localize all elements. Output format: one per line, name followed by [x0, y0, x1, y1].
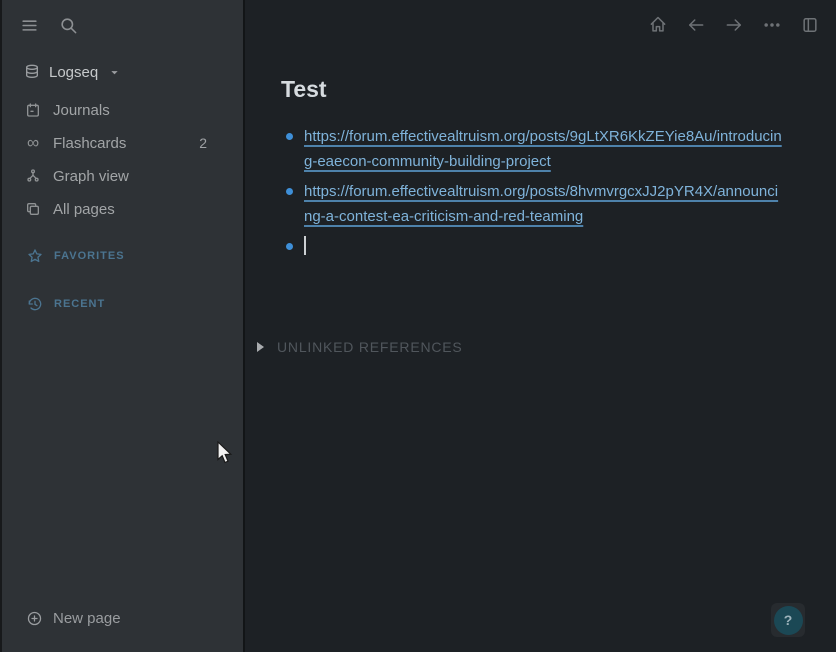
help-button[interactable]: ? [771, 603, 805, 637]
hamburger-menu-icon[interactable] [20, 16, 39, 35]
block-content[interactable]: https://forum.effectivealtruism.org/post… [304, 124, 786, 174]
plus-circle-icon [26, 610, 43, 627]
block-bullet[interactable] [286, 243, 293, 250]
help-button-label: ? [773, 605, 803, 635]
recent-label: RECENT [54, 298, 106, 310]
favorites-label: FAVORITES [54, 250, 125, 262]
block-row [286, 234, 796, 259]
external-link[interactable]: https://forum.effectivealtruism.org/post… [304, 183, 778, 225]
sidebar-item-label: Journals [53, 101, 110, 119]
external-link[interactable]: https://forum.effectivealtruism.org/post… [304, 128, 782, 170]
block-row: https://forum.effectivealtruism.org/post… [286, 124, 796, 174]
toggle-right-sidebar-icon[interactable] [800, 14, 820, 36]
database-icon [24, 64, 40, 80]
sidebar-header [20, 16, 78, 35]
collapse-arrow-icon [257, 342, 264, 352]
sidebar-item-all-pages[interactable]: All pages [25, 197, 243, 221]
calendar-icon [25, 102, 41, 118]
block-row: https://forum.effectivealtruism.org/post… [286, 179, 796, 229]
flashcards-count-badge: 2 [199, 135, 207, 151]
text-caret [304, 236, 306, 256]
history-icon [27, 296, 43, 312]
graph-icon [25, 168, 41, 184]
arrow-right-icon[interactable] [724, 14, 744, 36]
top-toolbar [648, 14, 820, 36]
sidebar-item-flashcards[interactable]: ∞ Flashcards 2 [25, 131, 243, 155]
page-title: Test [281, 76, 327, 102]
left-sidebar: Logseq Journals ∞ Flashcards 2 Graph vie… [0, 0, 245, 652]
block-content[interactable]: https://forum.effectivealtruism.org/post… [304, 179, 786, 229]
sidebar-item-label: Graph view [53, 167, 129, 185]
sidebar-item-graph-view[interactable]: Graph view [25, 164, 243, 188]
home-icon[interactable] [648, 14, 668, 36]
sidebar-section-favorites[interactable]: FAVORITES [27, 246, 125, 266]
unlinked-references-label: UNLINKED REFERENCES [277, 339, 463, 355]
chevron-down-icon [109, 67, 120, 78]
sidebar-item-label: All pages [53, 200, 115, 218]
new-page-button[interactable]: New page [26, 608, 121, 628]
unlinked-references-toggle[interactable]: UNLINKED REFERENCES [257, 338, 463, 356]
sidebar-section-recent[interactable]: RECENT [27, 294, 105, 314]
infinity-icon: ∞ [26, 133, 40, 152]
pages-icon [25, 201, 41, 217]
main-content: Test https://forum.effectivealtruism.org… [247, 0, 836, 652]
arrow-left-icon[interactable] [686, 14, 706, 36]
new-page-label: New page [53, 609, 121, 627]
block-list: https://forum.effectivealtruism.org/post… [286, 124, 796, 264]
sidebar-item-journals[interactable]: Journals [25, 98, 243, 122]
block-bullet[interactable] [286, 188, 293, 195]
logseq-app-window: { "colors": { "main_bg": "#1d2125", "sid… [0, 0, 836, 652]
ellipsis-icon[interactable] [762, 14, 782, 36]
block-bullet[interactable] [286, 133, 293, 140]
search-icon[interactable] [59, 16, 78, 35]
block-editing-area[interactable] [304, 234, 786, 259]
sidebar-item-label: Flashcards [53, 134, 127, 152]
graph-switcher[interactable]: Logseq [24, 60, 120, 84]
star-icon [27, 248, 43, 264]
graph-name: Logseq [49, 63, 99, 81]
